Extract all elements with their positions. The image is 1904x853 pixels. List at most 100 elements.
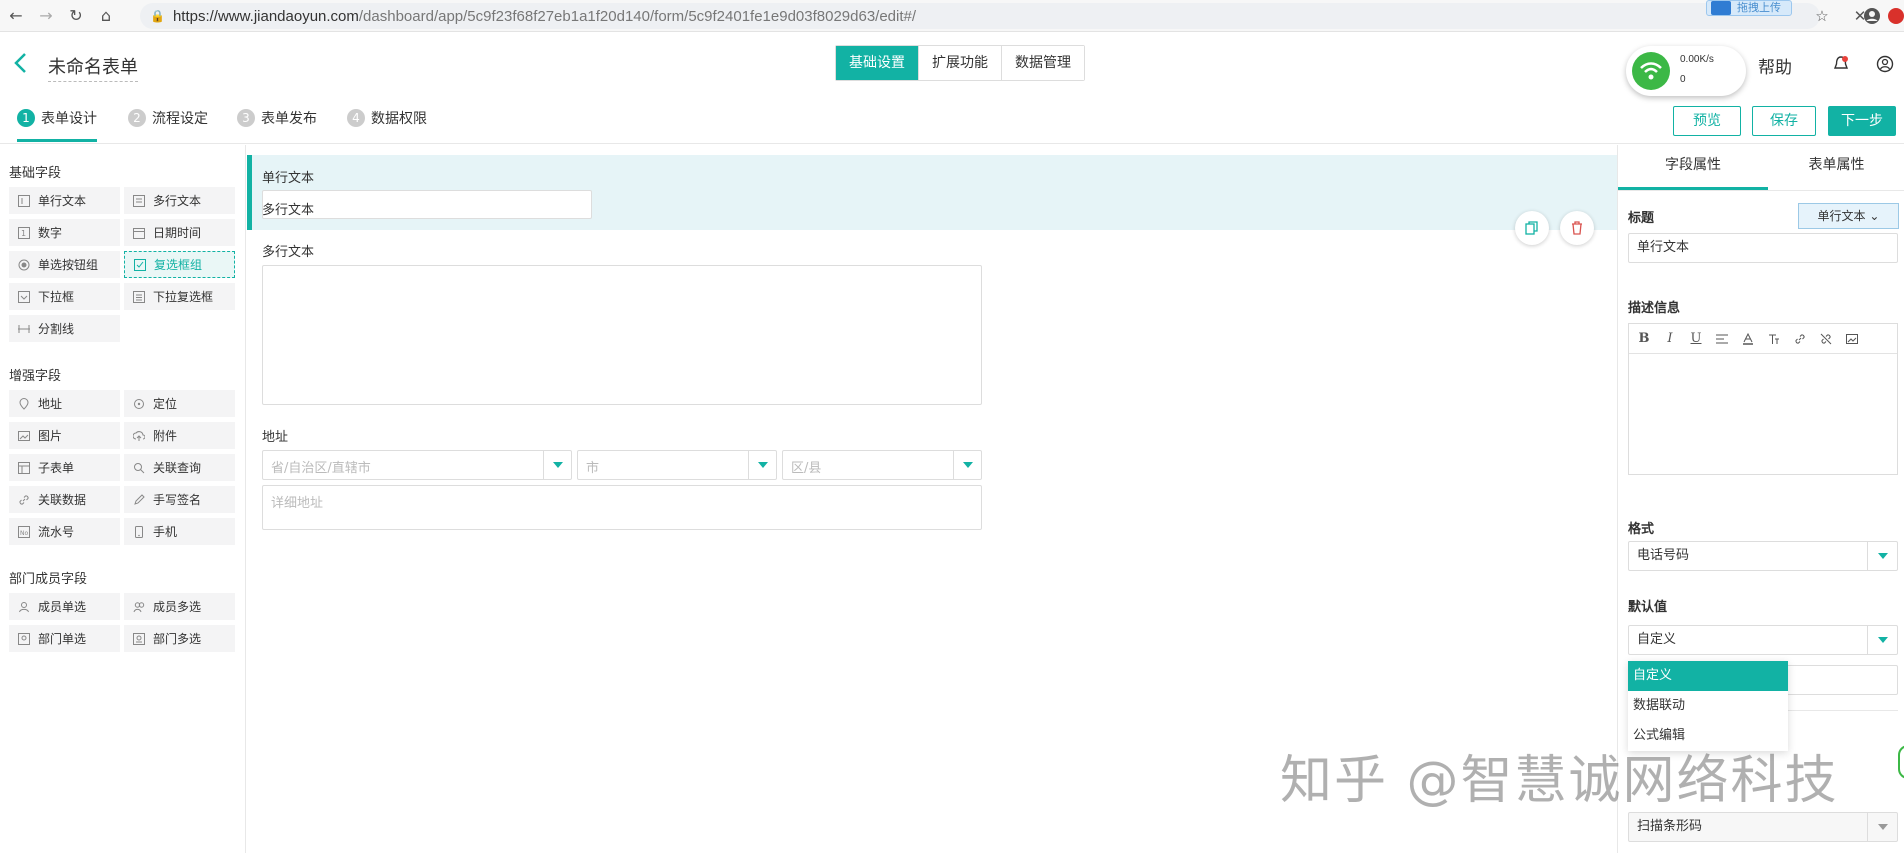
link-search-icon: [133, 462, 145, 474]
field-address[interactable]: 地址: [9, 390, 120, 417]
step-bar: 1 表单设计 2 流程设定 3 表单发布 4 数据权限: [0, 98, 1904, 144]
field-member-multi[interactable]: 成员多选: [124, 593, 235, 620]
scan-select[interactable]: 扫描条形码: [1628, 812, 1898, 842]
help-link[interactable]: 帮助: [1758, 53, 1792, 78]
description-editor[interactable]: B I U: [1628, 323, 1898, 475]
format-label: 格式: [1628, 522, 1655, 537]
selected-field-block[interactable]: 单行文本: [247, 155, 1617, 230]
unlink-icon[interactable]: [1817, 330, 1835, 348]
field-attachment[interactable]: 附件: [124, 422, 235, 449]
reload-icon[interactable]: ↻: [62, 2, 90, 30]
address-city-select[interactable]: 市: [577, 450, 777, 480]
next-button[interactable]: 下一步: [1828, 106, 1896, 136]
field-dropdown-multi[interactable]: 下拉复选框: [124, 283, 235, 310]
font-color-icon[interactable]: [1739, 330, 1757, 348]
tab-form-properties[interactable]: 表单属性: [1768, 145, 1904, 190]
copy-field-button[interactable]: [1515, 211, 1549, 245]
serial-icon: No: [18, 525, 30, 538]
field-serial-number[interactable]: No 流水号: [9, 518, 120, 545]
star-icon[interactable]: ☆: [1812, 6, 1832, 26]
department-icon: [18, 632, 30, 645]
bold-icon[interactable]: B: [1635, 330, 1653, 348]
title-input[interactable]: 单行文本: [1628, 233, 1898, 263]
address-province-select[interactable]: 省/自治区/直辖市: [262, 450, 572, 480]
italic-icon[interactable]: I: [1661, 330, 1679, 348]
field-palette: 基础字段 单行文本 多行文本 1 数字 日期时间 单选按钮组 复选框组 下拉框 下…: [0, 145, 246, 853]
alert-icon[interactable]: [1886, 6, 1904, 26]
divider-icon: [18, 323, 30, 335]
align-icon[interactable]: [1713, 330, 1731, 348]
floating-assistant-icon[interactable]: [1898, 745, 1904, 779]
field-dept-single[interactable]: 部门单选: [9, 625, 120, 652]
tab-data-management[interactable]: 数据管理: [1002, 46, 1084, 80]
svg-text:1: 1: [21, 229, 26, 238]
desc-label: 描述信息: [1628, 301, 1681, 316]
format-select[interactable]: 电话号码: [1628, 541, 1898, 571]
multi-line-input[interactable]: [262, 265, 982, 405]
bell-icon[interactable]: [1832, 55, 1850, 73]
field-location[interactable]: 定位: [124, 390, 235, 417]
font-size-icon[interactable]: [1765, 330, 1783, 348]
underline-icon[interactable]: U: [1687, 330, 1705, 348]
field-dropdown[interactable]: 下拉框: [9, 283, 120, 310]
step-form-design[interactable]: 1 表单设计: [17, 108, 97, 142]
field2-label: 多行文本: [262, 203, 315, 218]
step-data-permission[interactable]: 4 数据权限: [347, 108, 427, 142]
net-speed: 0.00K/s: [1680, 54, 1714, 65]
default-value-select[interactable]: 自定义: [1628, 625, 1898, 655]
wifi-icon: [1632, 52, 1670, 90]
profile-icon[interactable]: [1862, 6, 1882, 26]
group-title-enhanced: 增强字段: [9, 369, 62, 384]
field-signature[interactable]: 手写签名: [124, 486, 235, 513]
default-value-label: 默认值: [1628, 600, 1668, 615]
tab-basic-settings[interactable]: 基础设置: [836, 46, 919, 80]
chevron-down-icon: [543, 451, 571, 479]
dropdown-option-data-linkage[interactable]: 数据联动: [1628, 691, 1788, 721]
field-type-button[interactable]: 单行文本 ⌄: [1798, 203, 1899, 229]
address-detail-input[interactable]: 详细地址: [262, 485, 982, 530]
field-divider[interactable]: 分割线: [9, 315, 120, 342]
radio-icon: [18, 259, 30, 271]
departments-icon: [133, 632, 145, 645]
address-bar[interactable]: 🔒 https://www.jiandaoyun.com/dashboard/a…: [140, 3, 1820, 29]
field-number[interactable]: 1 数字: [9, 219, 120, 246]
step-workflow[interactable]: 2 流程设定: [128, 108, 208, 142]
field-dept-multi[interactable]: 部门多选: [124, 625, 235, 652]
address-district-select[interactable]: 区/县: [782, 450, 982, 480]
field-multi-line-text[interactable]: 多行文本: [124, 187, 235, 214]
field-mobile[interactable]: 手机: [124, 518, 235, 545]
url-path: /dashboard/app/5c9f23f68f27eb1a1f20d140/…: [358, 7, 917, 25]
field-image[interactable]: 图片: [9, 422, 120, 449]
form-title[interactable]: 未命名表单: [48, 53, 138, 82]
forward-icon[interactable]: →: [32, 2, 60, 30]
user-icon[interactable]: [1876, 55, 1894, 73]
home-icon[interactable]: ⌂: [92, 2, 120, 30]
list-icon: [133, 290, 145, 303]
field-linked-data[interactable]: 关联数据: [9, 486, 120, 513]
field-subform[interactable]: 子表单: [9, 454, 120, 481]
save-button[interactable]: 保存: [1752, 106, 1816, 136]
user-single-icon: [18, 601, 30, 613]
field-datetime[interactable]: 日期时间: [124, 219, 235, 246]
field-radio-group[interactable]: 单选按钮组: [9, 251, 120, 278]
field-member-single[interactable]: 成员单选: [9, 593, 120, 620]
trash-icon: [1572, 221, 1582, 235]
field-checkbox-group[interactable]: 复选框组: [124, 251, 235, 278]
preview-button[interactable]: 预览: [1673, 106, 1741, 136]
back-icon[interactable]: ←: [2, 2, 30, 30]
delete-field-button[interactable]: [1560, 211, 1594, 245]
group-title-member: 部门成员字段: [9, 572, 88, 587]
back-arrow-icon[interactable]: [10, 51, 34, 75]
step-publish[interactable]: 3 表单发布: [237, 108, 317, 142]
tab-field-properties[interactable]: 字段属性: [1618, 145, 1768, 190]
insert-image-icon[interactable]: [1843, 330, 1861, 348]
extension-upload-badge[interactable]: 拖拽上传: [1706, 0, 1792, 16]
link-icon[interactable]: [1791, 330, 1809, 348]
copy-icon: [1525, 221, 1538, 235]
extension-label: 拖拽上传: [1737, 1, 1781, 14]
field-linked-query[interactable]: 关联查询: [124, 454, 235, 481]
tab-extensions[interactable]: 扩展功能: [919, 46, 1002, 80]
dropdown-option-custom[interactable]: 自定义: [1628, 661, 1788, 691]
field-single-line-text[interactable]: 单行文本: [9, 187, 120, 214]
group-title-basic: 基础字段: [9, 166, 62, 181]
